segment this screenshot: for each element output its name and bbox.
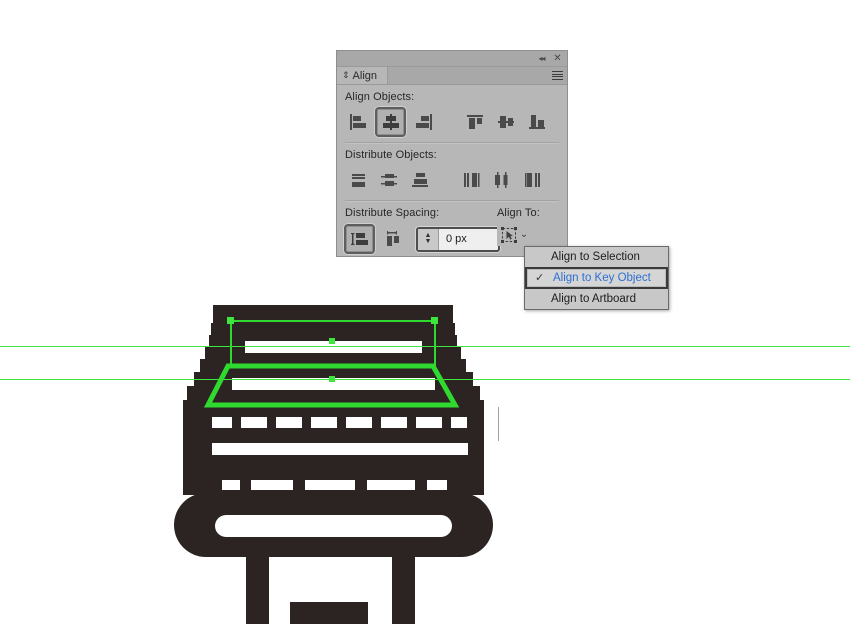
align-panel[interactable]: ◂◂ ✕ ⇕ Align Align Objects: Distribute O… [337,51,567,441]
vertical-divider [498,407,499,441]
key-object-outline[interactable] [203,357,463,467]
distribute-objects-buttons [337,164,567,196]
spacing-stepper[interactable]: ▲ ▼ [418,228,439,250]
vertical-distribute-bottom-button[interactable] [406,167,433,193]
chevron-down-icon[interactable]: ⌄ [520,230,528,240]
close-icon[interactable]: ✕ [551,52,564,65]
vertical-distribute-top-button[interactable] [344,167,371,193]
stepper-down-icon[interactable]: ▼ [425,238,432,245]
menu-item-label: Align to Key Object [553,272,651,284]
horizontal-distribute-right-button[interactable] [519,167,546,193]
panel-body: Align Objects: Distribute Objects: Distr… [337,85,567,441]
selection-handle[interactable] [431,317,438,324]
vertical-distribute-center-button[interactable] [375,167,402,193]
horizontal-align-left-button[interactable] [344,109,371,135]
panel-tab-row[interactable]: ⇕ Align [337,67,567,85]
selection-handle[interactable] [227,317,234,324]
distribute-objects-section: Distribute Objects: [337,143,567,201]
tab-sort-glyph-icon: ⇕ [342,70,350,80]
tab-align[interactable]: ⇕ Align [337,67,389,84]
spacing-value-field[interactable]: ▲ ▼ 0 px [416,226,500,252]
vertical-align-top-button[interactable] [461,109,488,135]
panel-titlebar[interactable]: ◂◂ ✕ [337,51,567,67]
vertical-align-center-button[interactable] [492,109,519,135]
tab-align-label: Align [352,69,378,82]
menu-item-align-to-selection[interactable]: Align to Selection [525,247,668,267]
menu-item-label: Align to Selection [551,251,640,263]
align-objects-label: Align Objects: [345,91,415,103]
horizontal-align-right-button[interactable] [410,109,437,135]
panel-menu-icon[interactable] [552,71,563,80]
horizontal-distribute-left-button[interactable] [457,167,484,193]
selection-center-point [329,338,335,344]
vertical-distribute-space-button[interactable] [344,224,375,254]
vertical-align-bottom-button[interactable] [523,109,550,135]
menu-item-label: Align to Artboard [551,293,637,305]
distribute-objects-label: Distribute Objects: [345,149,437,161]
horizontal-distribute-center-button[interactable] [488,167,515,193]
align-objects-section: Align Objects: [337,85,567,143]
selection-center-point [329,376,335,382]
horizontal-guide-upper[interactable] [0,346,850,347]
align-objects-buttons [337,106,567,138]
check-icon: ✓ [535,272,545,284]
align-to-group: Align To: ⌄ [497,201,561,246]
horizontal-distribute-space-button[interactable] [379,226,406,252]
spacing-input[interactable]: 0 px [439,233,467,245]
align-to-key-object-icon [500,227,517,243]
collapse-double-arrow-icon[interactable]: ◂◂ [535,52,548,65]
menu-item-align-to-key-object[interactable]: ✓ Align to Key Object [525,267,668,289]
align-to-label: Align To: [497,207,540,219]
menu-item-align-to-artboard[interactable]: Align to Artboard [525,289,668,309]
align-to-dropdown-menu[interactable]: Align to Selection ✓ Align to Key Object… [524,246,669,310]
horizontal-align-center-button[interactable] [375,107,406,137]
align-to-key-object-button[interactable]: ⌄ [497,224,531,246]
